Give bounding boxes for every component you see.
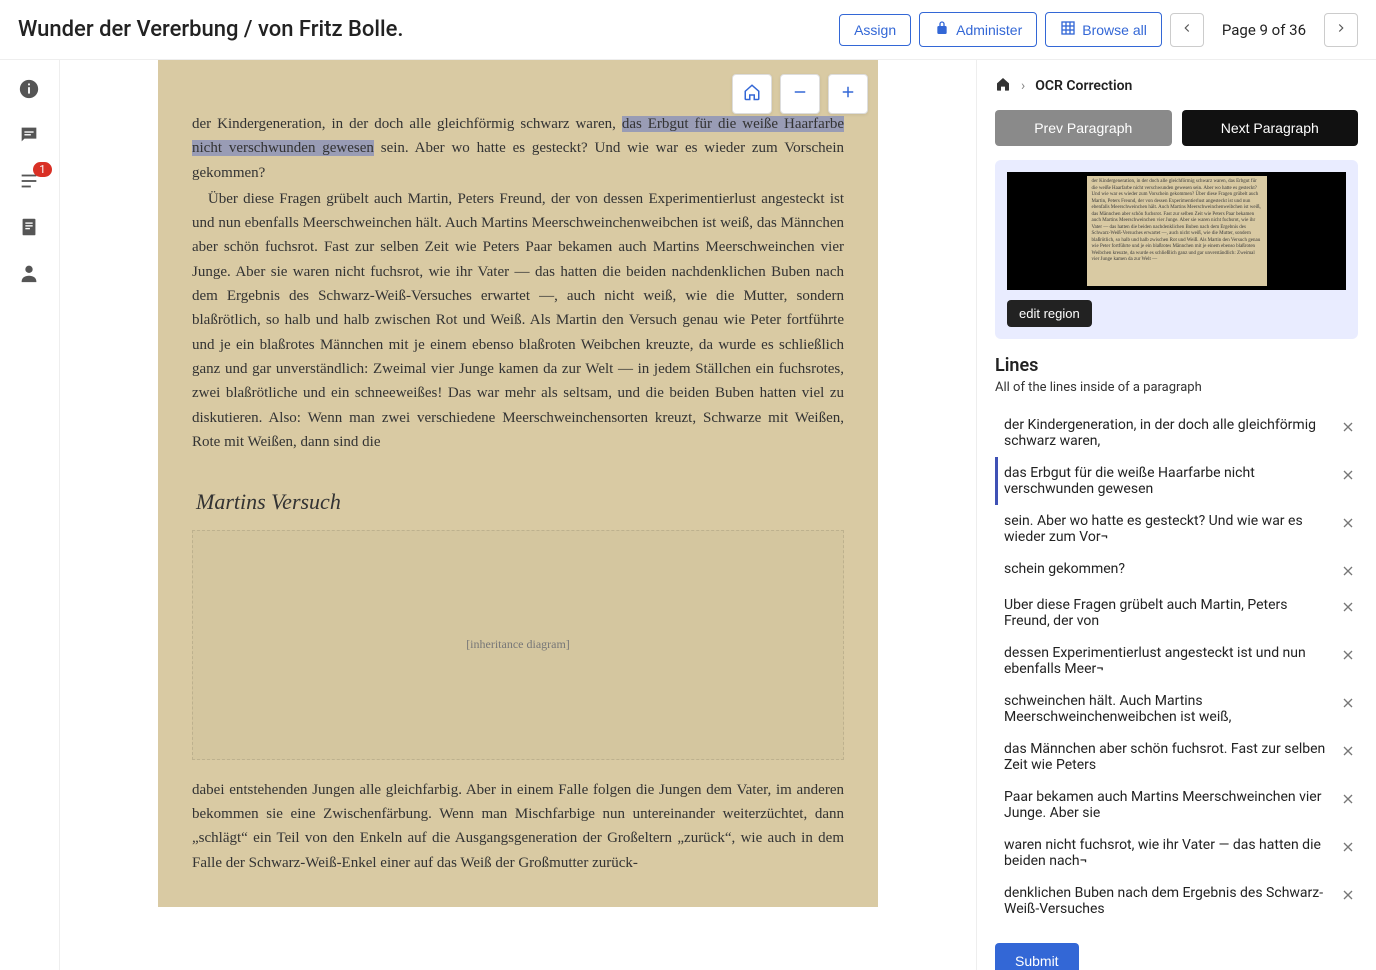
home-icon [743,83,761,105]
scanned-page: der Kindergeneration, in der doch alle g… [158,60,878,907]
header: Wunder der Vererbung / von Fritz Bolle. … [0,0,1376,60]
person-icon[interactable] [18,262,42,286]
chevron-right-icon [1334,21,1348,38]
left-rail: 1 [0,60,60,970]
image-viewer[interactable]: der Kindergeneration, in der doch alle g… [60,60,976,970]
zoom-home-button[interactable] [732,74,772,114]
delete-line-button[interactable] [1340,419,1358,437]
lines-icon[interactable]: 1 [18,170,42,194]
close-icon [1340,891,1356,907]
prev-paragraph-button[interactable]: Prev Paragraph [995,110,1172,146]
delete-line-button[interactable] [1340,647,1358,665]
breadcrumb-label: OCR Correction [1035,78,1132,94]
close-icon [1340,699,1356,715]
prev-page-button[interactable] [1170,13,1204,47]
line-text: sein. Aber wo hatte es gesteckt? Und wie… [1004,513,1332,545]
line-text: das Männchen aber schön fuchsrot. Fast z… [1004,741,1332,773]
page-text: dabei entstehenden Jungen alle gleichfar… [192,778,844,875]
line-row[interactable]: schein gekommen? [995,553,1358,589]
close-icon [1340,603,1356,619]
document-icon[interactable] [18,216,42,240]
region-thumbnail[interactable]: der Kindergeneration, in der doch alle g… [1007,172,1346,290]
browse-all-label: Browse all [1082,22,1147,38]
submit-button[interactable]: Submit [995,943,1079,970]
delete-line-button[interactable] [1340,791,1358,809]
minus-icon [791,83,809,105]
close-icon [1340,795,1356,811]
line-row[interactable]: sein. Aber wo hatte es gesteckt? Und wie… [995,505,1358,553]
delete-line-button[interactable] [1340,599,1358,617]
ocr-panel: › OCR Correction Prev Paragraph Next Par… [976,60,1376,970]
line-text: Paar bekamen auch Martins Meerschweinche… [1004,789,1332,821]
line-text: schein gekommen? [1004,561,1332,577]
chat-icon[interactable] [18,124,42,148]
notification-badge: 1 [33,162,51,177]
page-text: Über diese Fragen grübelt auch Martin, P… [192,187,844,454]
next-paragraph-button[interactable]: Next Paragraph [1182,110,1359,146]
close-icon [1340,651,1356,667]
lines-heading: Lines [995,355,1358,376]
delete-line-button[interactable] [1340,515,1358,533]
home-icon[interactable] [995,76,1011,96]
inheritance-diagram: [inheritance diagram] [192,530,844,760]
line-row[interactable]: Paar bekamen auch Martins Meerschweinche… [995,781,1358,829]
chevron-left-icon [1180,21,1194,38]
line-row[interactable]: das Erbgut für die weiße Haarfarbe nicht… [995,457,1358,505]
delete-line-button[interactable] [1340,695,1358,713]
line-row[interactable]: dessen Experimentierlust angesteckt ist … [995,637,1358,685]
assign-label: Assign [854,22,896,38]
line-text: waren nicht fuchsrot, wie ihr Vater — da… [1004,837,1332,869]
grid-icon [1060,20,1076,39]
lines-list: der Kindergeneration, in der doch alle g… [995,409,1358,925]
line-row[interactable]: schweinchen hält. Auch Martins Meerschwe… [995,685,1358,733]
delete-line-button[interactable] [1340,563,1358,581]
browse-all-button[interactable]: Browse all [1045,12,1162,47]
line-row[interactable]: der Kindergeneration, in der doch alle g… [995,409,1358,457]
administer-label: Administer [956,22,1022,38]
line-row[interactable]: waren nicht fuchsrot, wie ihr Vater — da… [995,829,1358,877]
line-row[interactable]: denklichen Buben nach dem Ergebnis des S… [995,877,1358,925]
info-icon[interactable] [18,78,42,102]
assign-button[interactable]: Assign [839,14,911,46]
breadcrumb: › OCR Correction [995,76,1358,96]
line-text: der Kindergeneration, in der doch alle g… [1004,417,1332,449]
line-text: schweinchen hält. Auch Martins Meerschwe… [1004,693,1332,725]
page-title: Wunder der Vererbung / von Fritz Bolle. [18,17,831,42]
line-text: denklichen Buben nach dem Ergebnis des S… [1004,885,1332,917]
zoom-in-button[interactable] [828,74,868,114]
delete-line-button[interactable] [1340,887,1358,905]
administer-button[interactable]: Administer [919,12,1037,47]
delete-line-button[interactable] [1340,839,1358,857]
page-indicator: Page 9 of 36 [1212,21,1316,39]
edit-region-button[interactable]: edit region [1007,300,1092,327]
page-text: der Kindergeneration, in der doch alle g… [192,116,622,132]
next-page-button[interactable] [1324,13,1358,47]
line-text: Uber diese Fragen grübelt auch Martin, P… [1004,597,1332,629]
line-text: das Erbgut für die weiße Haarfarbe nicht… [1004,465,1332,497]
line-text: dessen Experimentierlust angesteckt ist … [1004,645,1332,677]
line-row[interactable]: das Männchen aber schön fuchsrot. Fast z… [995,733,1358,781]
line-row[interactable]: Uber diese Fragen grübelt auch Martin, P… [995,589,1358,637]
close-icon [1340,471,1356,487]
experiment-label: Martins Versuch [196,484,341,520]
delete-line-button[interactable] [1340,743,1358,761]
zoom-out-button[interactable] [780,74,820,114]
plus-icon [839,83,857,105]
close-icon [1340,423,1356,439]
close-icon [1340,843,1356,859]
close-icon [1340,519,1356,535]
close-icon [1340,747,1356,763]
zoom-controls [732,74,868,114]
delete-line-button[interactable] [1340,467,1358,485]
lines-subheading: All of the lines inside of a paragraph [995,380,1358,395]
breadcrumb-separator: › [1021,78,1025,94]
close-icon [1340,567,1356,583]
lock-icon [934,20,950,39]
region-thumbnail-card: der Kindergeneration, in der doch alle g… [995,160,1358,339]
